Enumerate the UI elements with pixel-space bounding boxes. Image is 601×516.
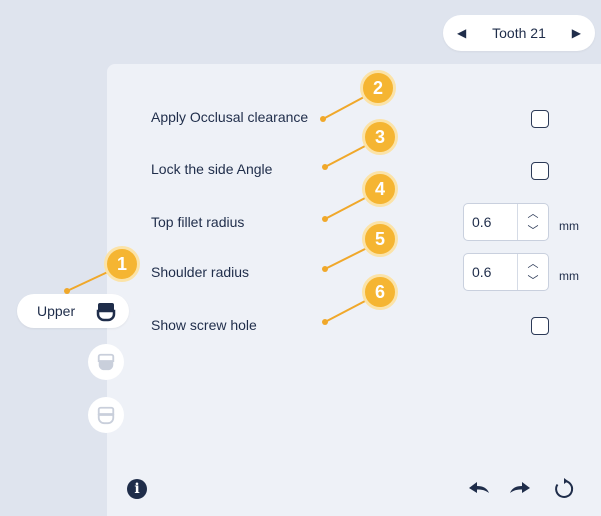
callout-3-dot: [322, 164, 328, 170]
lower-tooth-icon: [97, 353, 115, 371]
callout-lines: [66, 96, 368, 323]
callout-5-dot: [322, 266, 328, 272]
info-icon[interactable]: i: [127, 479, 147, 499]
callout-badge-1: 1: [104, 246, 140, 282]
both-jaws-button[interactable]: [88, 397, 124, 433]
callout-6-dot: [322, 319, 328, 325]
reset-icon[interactable]: [553, 477, 575, 504]
callout-badge-6: 6: [362, 274, 398, 310]
callout-badge-4: 4: [362, 171, 398, 207]
lower-jaw-button[interactable]: [88, 344, 124, 380]
callout-badge-5: 5: [362, 221, 398, 257]
callout-badge-2: 2: [360, 70, 396, 106]
upper-jaw-tab[interactable]: Upper: [17, 294, 129, 328]
callout-badge-3: 3: [362, 119, 398, 155]
upper-jaw-label: Upper: [37, 303, 76, 319]
undo-icon[interactable]: [467, 477, 491, 502]
both-teeth-icon: [97, 406, 115, 425]
redo-icon[interactable]: [508, 477, 532, 502]
callout-4-dot: [322, 216, 328, 222]
callout-2-dot: [320, 116, 326, 122]
upper-tooth-icon: [95, 300, 117, 327]
